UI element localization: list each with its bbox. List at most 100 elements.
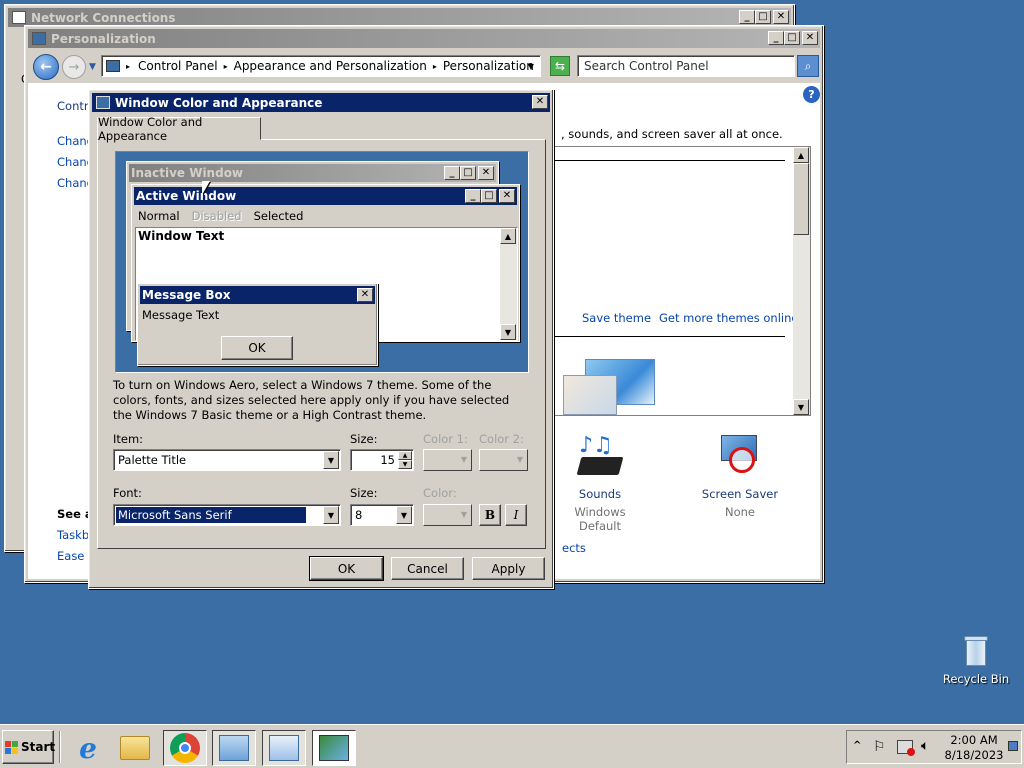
window-color-dialog[interactable]: Window Color and Appearance ✕ Window Col… <box>88 89 554 589</box>
scroll-up-button[interactable]: ▲ <box>793 147 809 163</box>
screen-saver-label[interactable]: Screen Saver <box>695 487 785 501</box>
recent-pages-dropdown[interactable]: ▼ <box>89 62 96 72</box>
recycle-bin[interactable]: Recycle Bin <box>940 636 1012 686</box>
screen-saver-item[interactable]: Screen Saver None <box>695 431 785 521</box>
search-button[interactable]: ⌕ <box>797 55 819 77</box>
personalization-window-icon <box>32 32 46 45</box>
mouse-cursor <box>202 181 210 195</box>
chevron-down-icon[interactable]: ▼ <box>396 506 412 524</box>
network-window-title: Network Connections <box>31 10 176 25</box>
action-center-flag-icon[interactable]: ⚐ <box>873 739 886 755</box>
preview-maximize-button: □ <box>460 166 476 180</box>
scroll-down-button[interactable]: ▼ <box>793 399 809 415</box>
preview-menu-normal[interactable]: Normal <box>138 209 180 223</box>
preview-message-box[interactable]: Message Box ✕ Message Text OK <box>137 283 378 366</box>
themes-scrollbar[interactable]: ▲ ▼ <box>793 147 810 415</box>
refresh-button[interactable]: ⇆ <box>550 56 570 76</box>
sounds-value: Windows Default <box>574 505 626 533</box>
preview-minimize-button: _ <box>444 166 460 180</box>
effects-link[interactable]: ects <box>562 541 586 555</box>
volume-icon[interactable]: 🔈︎ <box>921 738 929 754</box>
dialog-close-button[interactable]: ✕ <box>532 95 548 109</box>
breadcrumb-separator: ▸ <box>223 61 228 71</box>
show-hidden-icons-icon[interactable]: ^ <box>853 740 861 751</box>
stepper-down-icon[interactable]: ▼ <box>398 460 412 469</box>
preview-scroll-up[interactable]: ▲ <box>500 228 516 244</box>
preview-active-titlebar[interactable]: Active Window <box>134 187 517 205</box>
tab-label: Window Color and Appearance <box>98 114 203 143</box>
breadcrumb-personalization[interactable]: Personalization <box>443 59 534 73</box>
address-dropdown-icon[interactable]: ▼ <box>528 62 534 71</box>
breadcrumb-control-panel[interactable]: Control Panel <box>138 59 218 73</box>
personalization-titlebar[interactable]: Personalization <box>28 29 820 48</box>
apply-button[interactable]: Apply <box>472 557 545 580</box>
personalization-task-button[interactable] <box>312 730 356 766</box>
save-theme-link[interactable]: Save theme <box>582 311 651 325</box>
sounds-label[interactable]: Sounds <box>555 487 645 501</box>
preview-msgbox-ok-button[interactable]: OK <box>221 336 293 360</box>
item-select[interactable]: Palette Title ▼ <box>113 449 341 471</box>
bold-toggle[interactable]: B <box>479 504 501 526</box>
minimize-button[interactable]: _ <box>768 31 784 45</box>
back-button[interactable]: ← <box>33 54 59 80</box>
appearance-preview[interactable]: Inactive Window _ □ ✕ Active Window _ □ … <box>115 151 529 373</box>
search-input[interactable]: Search Control Panel <box>577 55 795 77</box>
network-window-icon <box>12 11 26 24</box>
preview-menu-selected[interactable]: Selected <box>254 209 304 223</box>
internet-explorer-button[interactable]: e <box>66 730 110 766</box>
help-button[interactable]: ? <box>803 86 820 103</box>
close-button[interactable]: ✕ <box>802 31 818 45</box>
color1-picker[interactable]: ▼ <box>423 449 472 471</box>
scroll-thumb[interactable] <box>793 163 809 235</box>
stepper-up-icon[interactable]: ▲ <box>398 451 412 460</box>
quicklaunch-separator <box>59 731 61 763</box>
refresh-icon: ⇆ <box>554 59 566 73</box>
start-button[interactable]: Start <box>2 730 56 764</box>
network-icon <box>269 735 299 761</box>
italic-toggle[interactable]: I <box>505 504 527 526</box>
windows-logo-icon <box>5 740 18 754</box>
forward-button[interactable]: → <box>62 55 86 79</box>
preview-scroll-down[interactable]: ▼ <box>500 324 516 340</box>
maximize-button[interactable]: □ <box>784 31 800 45</box>
chrome-button[interactable] <box>163 730 207 766</box>
explorer-button[interactable] <box>113 730 157 766</box>
item-size-label: Size: <box>350 432 378 446</box>
aero-info-text: To turn on Windows Aero, select a Window… <box>113 378 510 422</box>
ok-button[interactable]: OK <box>309 556 384 581</box>
network-status-icon[interactable] <box>897 740 915 756</box>
font-size-select[interactable]: 8 ▼ <box>350 504 414 526</box>
start-label: Start <box>21 740 56 754</box>
preview-menu-disabled[interactable]: Disabled <box>192 209 242 223</box>
breadcrumb-separator: ▸ <box>432 61 437 71</box>
font-select[interactable]: Microsoft Sans Serif ▼ <box>113 504 341 526</box>
preview-inactive-titlebar[interactable]: Inactive Window <box>129 164 496 182</box>
address-bar[interactable]: ▸ Control Panel ▸ Appearance and Persona… <box>101 55 541 77</box>
sounds-item[interactable]: ♪♫ Sounds Windows Default <box>555 431 645 533</box>
tab-window-color[interactable]: Window Color and Appearance <box>97 114 261 143</box>
network-task-button[interactable] <box>262 730 306 766</box>
dialog-titlebar[interactable]: Window Color and Appearance <box>92 93 550 112</box>
preview-menu-bar: Normal Disabled Selected <box>136 208 515 224</box>
get-more-themes-link[interactable]: Get more themes online <box>659 311 798 325</box>
chevron-down-icon[interactable]: ▼ <box>323 506 339 524</box>
clock[interactable]: 2:00 AM 8/18/2023 <box>943 733 1005 763</box>
item-size-stepper[interactable]: 15 ▲ ▼ <box>350 449 414 471</box>
color2-picker[interactable]: ▼ <box>479 449 528 471</box>
divider <box>553 160 785 161</box>
breadcrumb-appearance[interactable]: Appearance and Personalization <box>234 59 427 73</box>
cancel-button[interactable]: Cancel <box>391 557 464 580</box>
chrome-icon <box>170 733 200 763</box>
theme-thumbnail[interactable] <box>563 359 659 415</box>
chevron-down-icon: ▼ <box>516 455 523 464</box>
maximize-button[interactable]: □ <box>755 10 771 24</box>
close-button[interactable]: ✕ <box>773 10 789 24</box>
clock-date: 8/18/2023 <box>944 748 1004 762</box>
minimize-button[interactable]: _ <box>739 10 755 24</box>
preview-msgbox-titlebar[interactable]: Message Box <box>140 286 375 304</box>
font-color-picker[interactable]: ▼ <box>423 504 472 526</box>
preview-scrollbar[interactable]: ▲ ▼ <box>500 228 517 340</box>
show-desktop-icon[interactable] <box>1008 741 1018 751</box>
control-panel-task-button[interactable] <box>212 730 256 766</box>
chevron-down-icon[interactable]: ▼ <box>323 451 339 469</box>
